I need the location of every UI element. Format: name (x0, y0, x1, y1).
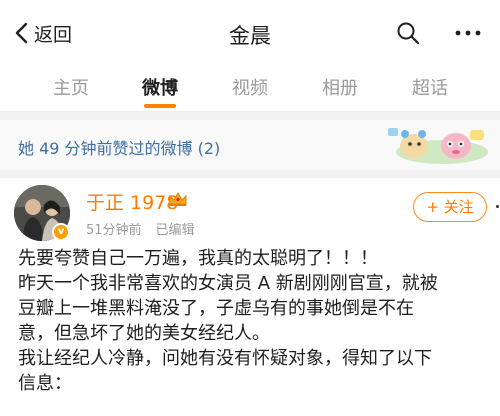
active-tab-indicator (144, 104, 176, 108)
post-line: 先要夸赞自己一万遍，我真的太聪明了！！！ (18, 248, 378, 269)
tab-video[interactable]: 视频 (232, 74, 268, 100)
tab-home[interactable]: 主页 (53, 74, 89, 100)
scroll-indicator (496, 205, 499, 208)
follow-button[interactable]: + 关注 (413, 192, 487, 222)
section-divider (0, 170, 500, 178)
post-line: 我让经纪人冷静，问她有没有怀疑对象，得知了以下 (18, 348, 432, 369)
post-line: 豆瓣上一堆黑料淹没了，子虚乌有的事她倒是不在 (18, 298, 414, 319)
edited-label: 已编辑 (155, 223, 195, 238)
tab-super-topic[interactable]: 超话 (412, 74, 448, 100)
post-line: 昨天一个我非常喜欢的女演员 A 新剧刚刚官宣，就被 (18, 273, 438, 294)
post-line: 意，但急坏了她的美女经纪人。 (18, 323, 270, 344)
post-meta: 51分钟前 已编辑 (86, 219, 195, 238)
post-line: 信息： (18, 373, 72, 394)
cartoon-sticker-icon (388, 128, 488, 164)
more-dots-icon[interactable] (454, 24, 482, 42)
author-name[interactable]: 于正 1978 (86, 188, 178, 215)
profile-tabs: 主页 微博 视频 相册 超话 (0, 62, 500, 112)
crown-icon (169, 191, 187, 206)
post-body: 先要夸赞自己一万遍，我真的太聪明了！！！ 昨天一个我非常喜欢的女演员 A 新剧刚… (18, 246, 488, 396)
tab-weibo[interactable]: 微博 (142, 74, 178, 100)
search-icon[interactable] (396, 21, 420, 45)
verified-badge: v (52, 223, 70, 241)
tab-album[interactable]: 相册 (322, 74, 358, 100)
section-divider (0, 112, 500, 120)
liked-posts-link[interactable]: 她 49 分钟前赞过的微博 (2) (18, 135, 220, 159)
top-nav-bar: 返回 金晨 (0, 0, 500, 62)
page-title: 金晨 (229, 24, 271, 48)
post-time: 51分钟前 (86, 223, 142, 238)
